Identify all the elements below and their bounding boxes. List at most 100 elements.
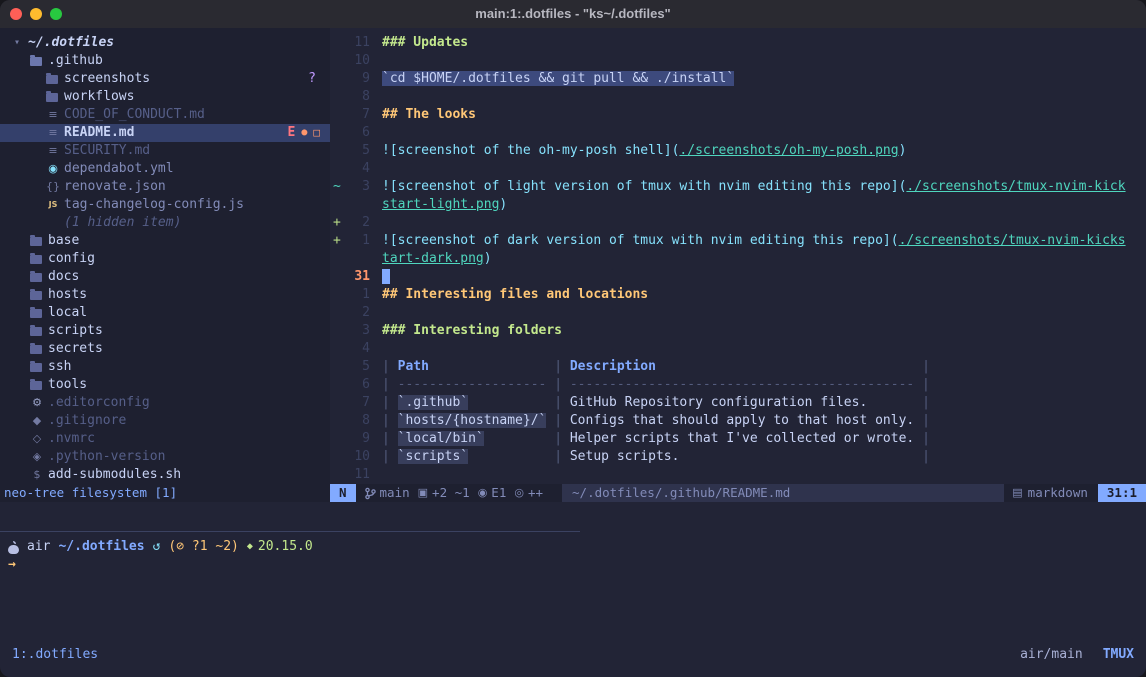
tree-item[interactable]: ▾~/.dotfiles [0,34,330,52]
editor-pane[interactable]: 11### Updates109`cd $HOME/.dotfiles && g… [330,28,1146,484]
tree-item[interactable]: .github [0,52,330,70]
tree-item[interactable]: ≡SECURITY.md [0,142,330,160]
tree-item-label: scripts [48,322,103,340]
filetype-label: markdown [1028,484,1088,502]
editor-line[interactable]: +2 [330,214,1146,232]
editor-line[interactable]: 9| `local/bin` | Helper scripts that I'v… [330,430,1146,448]
git-branch[interactable]: main [365,484,410,502]
tree-item[interactable]: secrets [0,340,330,358]
minimize-window-button[interactable] [30,8,42,20]
editor-line[interactable]: 6 | ------------------- | ---------------… [330,376,1146,394]
sign-column [330,322,344,340]
tree-item-label: add-submodules.sh [48,466,181,484]
tree-item-label: tools [48,376,87,394]
close-window-button[interactable] [10,8,22,20]
tree-item[interactable]: ◉dependabot.yml [0,160,330,178]
line-number: 3 [344,178,370,196]
sign-column [330,340,344,358]
line-text: ![screenshot of the oh-my-posh shell](./… [382,142,906,160]
tree-hidden-note: (1 hidden item) [0,214,330,232]
editor-line[interactable]: 11 [330,466,1146,484]
editor-line[interactable]: 10 [330,52,1146,70]
line-text: | ------------------- | ----------------… [382,376,930,394]
statusline: neo-tree filesystem [1] N main ▣ +2 ~1 ◉… [0,484,1146,502]
zoom-window-button[interactable] [50,8,62,20]
tmux-window-tab[interactable]: 1:.dotfiles [12,646,98,664]
tree-item-label: SECURITY.md [64,142,150,160]
tree-item[interactable]: ≡README.mdE●□ [0,124,330,142]
line-number: 9 [344,70,370,88]
tree-item[interactable]: ≡CODE_OF_CONDUCT.md [0,106,330,124]
tree-item[interactable]: scripts [0,322,330,340]
editor-line[interactable]: 4 [330,340,1146,358]
editor-line[interactable]: 8 [330,88,1146,106]
editor-line[interactable]: ~3 ![screenshot of light version of tmux … [330,178,1146,196]
tree-item[interactable]: ⚙.editorconfig [0,394,330,412]
line-text: ![screenshot of light version of tmux wi… [382,178,1126,196]
editor-line[interactable]: 31 [330,268,1146,286]
tree-item-label: .python-version [48,448,165,466]
editor-line[interactable]: 1## Interesting files and locations [330,286,1146,304]
tree-item-label: docs [48,268,79,286]
editor-line[interactable]: 3### Interesting folders [330,322,1146,340]
editor-line[interactable]: 7| `.github` | GitHub Repository configu… [330,394,1146,412]
md-file-icon: ≡ [46,106,60,124]
editor-line[interactable]: 5![screenshot of the oh-my-posh shell](.… [330,142,1146,160]
tree-item[interactable]: config [0,250,330,268]
line-text: | `local/bin` | Helper scripts that I've… [382,430,930,448]
tree-item[interactable]: {}renovate.json [0,178,330,196]
line-number: 3 [344,322,370,340]
line-number: 2 [344,214,370,232]
tree-item[interactable]: local [0,304,330,322]
editor-line[interactable]: 7## The looks [330,106,1146,124]
folder-icon [30,309,42,318]
line-number: 6 [344,376,370,394]
editor-line[interactable]: 9`cd $HOME/.dotfiles && git pull && ./in… [330,70,1146,88]
editor-line[interactable]: 2 [330,304,1146,322]
tree-item-label: base [48,232,79,250]
shell-prompt: air ~/.dotfiles ↺ (⊘ ?1 ~2) ◆ 20.15.0 [8,538,313,556]
editor-line[interactable]: 6 [330,124,1146,142]
git-sign-change: ~ [330,178,344,196]
gear-file-icon: ⚙ [30,394,44,412]
editor-line[interactable]: 10| `scripts` | Setup scripts. | [330,448,1146,466]
git-file-icon: ◆ [30,412,44,430]
tree-item[interactable]: hosts [0,286,330,304]
editor-line[interactable]: 5| Path | Description | [330,358,1146,376]
tree-item[interactable]: ◇.nvmrc [0,430,330,448]
line-text: ## The looks [382,106,476,124]
prompt-node-version: ◆ 20.15.0 [247,538,313,556]
tree-item-label: secrets [48,340,103,358]
line-number: 8 [344,88,370,106]
python-file-icon: ◈ [30,448,44,466]
editor-line[interactable]: 8| `hosts/{hostname}/` | Configs that sh… [330,412,1146,430]
tmux-pane-divider[interactable] [0,531,580,532]
expander-icon[interactable]: ▾ [14,34,28,52]
tree-item[interactable]: ◈.python-version [0,448,330,466]
prompt-path: ~/.dotfiles [58,538,144,556]
tree-item-label: renovate.json [64,178,166,196]
sign-column [330,394,344,412]
tree-item[interactable]: docs [0,268,330,286]
tree-item[interactable]: tools [0,376,330,394]
editor-line[interactable]: 4 [330,160,1146,178]
tree-item[interactable]: ◆.gitignore [0,412,330,430]
editor-line[interactable]: tart-dark.png) [330,250,1146,268]
sign-column [330,268,344,286]
tree-item[interactable]: workflows [0,88,330,106]
editor-line[interactable]: 11### Updates [330,34,1146,52]
editor-line[interactable]: +1![screenshot of dark version of tmux w… [330,232,1146,250]
node-version-label: 20.15.0 [258,538,313,556]
tree-item[interactable]: JStag-changelog-config.js [0,196,330,214]
tree-item-label: local [48,304,87,322]
tree-item[interactable]: screenshots? [0,70,330,88]
tree-item[interactable]: ssh [0,358,330,376]
tree-item[interactable]: $add-submodules.sh [0,466,330,484]
folder-icon [30,237,42,246]
md-file-icon: ≡ [46,124,60,142]
tree-item-label: .editorconfig [48,394,150,412]
tree-item[interactable]: base [0,232,330,250]
diff-icon: ▣ [418,484,428,502]
editor-line[interactable]: start-light.png) [330,196,1146,214]
folder-icon [46,75,58,84]
